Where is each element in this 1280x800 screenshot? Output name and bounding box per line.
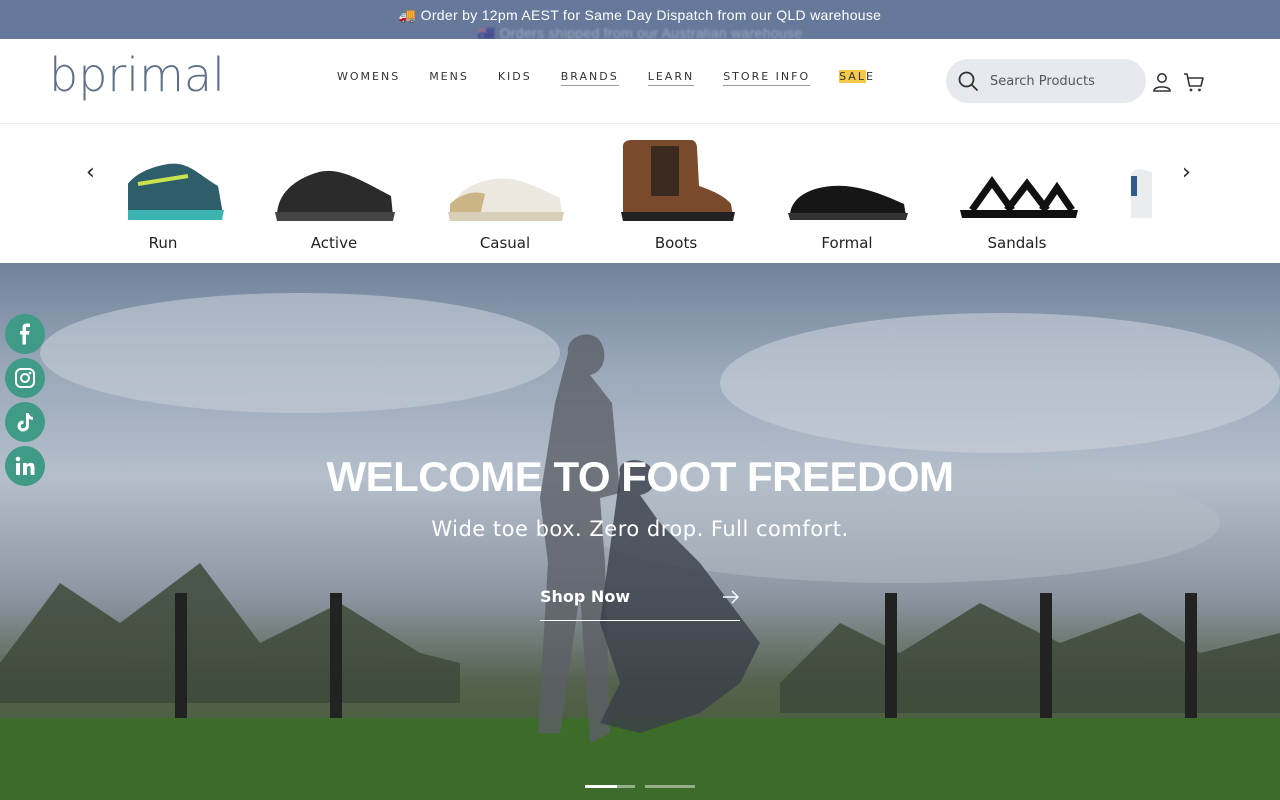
category-sandals[interactable]: Sandals xyxy=(952,124,1082,252)
nav-womens[interactable]: WOMENS xyxy=(337,70,400,86)
nav-kids[interactable]: KIDS xyxy=(498,70,532,86)
tiktok-icon xyxy=(17,413,33,432)
category-formal[interactable]: Formal xyxy=(782,124,912,252)
logo-mark: bprimal xyxy=(49,48,225,102)
instagram-icon xyxy=(15,368,35,388)
slide-dot-1[interactable] xyxy=(585,785,635,788)
tiktok-link[interactable] xyxy=(5,402,45,442)
casual-shoe-image xyxy=(448,178,564,221)
arrow-right-icon xyxy=(722,589,740,610)
facebook-icon xyxy=(20,323,30,345)
logo[interactable]: bprimal xyxy=(49,48,251,113)
nav-mens[interactable]: MENS xyxy=(429,70,469,86)
nav-brands[interactable]: BRANDS xyxy=(560,70,619,86)
site-header: bprimal WOMENS MENS KIDS BRANDS LEARN ST… xyxy=(0,39,1280,124)
category-carousel: ‹ › Run Active Casual Boots Formal Sanda… xyxy=(0,124,1280,263)
category-next-partial[interactable] xyxy=(1123,124,1152,224)
category-boots-label: Boots xyxy=(654,234,698,252)
linkedin-icon xyxy=(15,456,35,475)
shop-now-button[interactable]: Shop Now xyxy=(540,585,740,621)
announcement-text: 🚚 Order by 12pm AEST for Same Day Dispat… xyxy=(398,7,882,23)
facebook-link[interactable] xyxy=(5,314,45,354)
logo-text: bprimal xyxy=(49,49,225,102)
category-active[interactable]: Active xyxy=(269,124,399,252)
category-boots[interactable]: Boots xyxy=(611,124,741,252)
instagram-link[interactable] xyxy=(5,358,45,398)
sale-highlight: SAL xyxy=(839,70,866,83)
category-casual[interactable]: Casual xyxy=(440,124,570,252)
slide-dot-2[interactable] xyxy=(645,785,695,788)
boots-shoe-image xyxy=(621,140,735,221)
announcement-text-next: 🇦🇺 Orders shipped from our Australian wa… xyxy=(477,25,803,39)
search-icon[interactable] xyxy=(956,69,980,93)
account-icon[interactable] xyxy=(1151,71,1173,93)
nav-store-info[interactable]: STORE INFO xyxy=(723,70,811,86)
category-sandals-label: Sandals xyxy=(987,234,1047,252)
nav-sale[interactable]: SALE xyxy=(839,70,875,86)
category-track: Run Active Casual Boots Formal Sandals xyxy=(128,124,1152,263)
search-input[interactable] xyxy=(990,71,1130,91)
sandals-shoe-image xyxy=(960,175,1078,218)
announcement-bar: 🚚 Order by 12pm AEST for Same Day Dispat… xyxy=(0,0,1280,39)
cart-icon[interactable] xyxy=(1183,71,1205,93)
sale-label-end: E xyxy=(865,70,875,83)
category-run-label: Run xyxy=(148,234,178,252)
partial-shoe-image xyxy=(1131,169,1152,218)
linkedin-link[interactable] xyxy=(5,446,45,486)
shop-now-label: Shop Now xyxy=(540,587,631,606)
hero-title: WELCOME TO FOOT FREEDOM xyxy=(326,453,954,500)
run-shoe-image xyxy=(128,163,224,220)
category-run[interactable]: Run xyxy=(128,124,228,252)
formal-shoe-image xyxy=(788,185,908,220)
main-nav: WOMENS MENS KIDS BRANDS LEARN STORE INFO… xyxy=(337,70,904,86)
hero-banner: WELCOME TO FOOT FREEDOM Wide toe box. Ze… xyxy=(0,263,1280,800)
category-formal-label: Formal xyxy=(821,234,873,252)
nav-learn[interactable]: LEARN xyxy=(647,70,695,86)
category-active-label: Active xyxy=(310,234,358,252)
carousel-prev-button[interactable]: ‹ xyxy=(86,160,95,185)
category-casual-label: Casual xyxy=(479,234,531,252)
search-box[interactable] xyxy=(946,59,1146,103)
hero-subtitle: Wide toe box. Zero drop. Full comfort. xyxy=(431,517,849,541)
active-shoe-image xyxy=(275,170,395,221)
carousel-next-button[interactable]: › xyxy=(1182,160,1191,185)
